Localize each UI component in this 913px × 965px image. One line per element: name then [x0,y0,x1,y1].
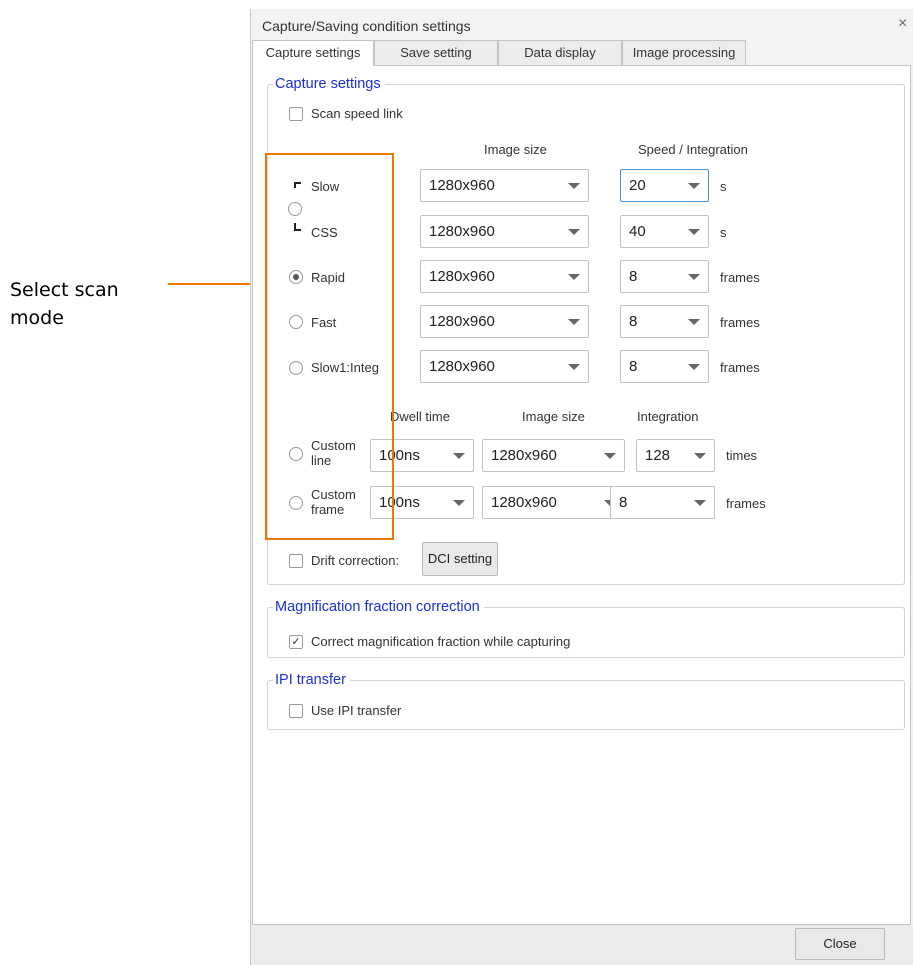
chevron-down-icon [558,170,588,201]
integration-value: 8 [629,268,638,285]
image-size-value: 1280x960 [491,447,557,464]
tab-capture-settings[interactable]: Capture settings [252,40,374,66]
unit-label-slow: s [720,179,727,194]
speed-select-slow[interactable]: 20 [620,169,709,202]
chevron-down-icon [684,487,714,518]
unit-label-custom-frame: frames [726,496,766,511]
tab-data-display[interactable]: Data display [498,40,622,65]
close-icon[interactable]: × [898,15,907,33]
integration-value: 8 [619,494,628,511]
image-size-value: 1280x960 [429,177,495,194]
image-size-value: 1280x960 [429,223,495,240]
magnification-check-label: Correct magnification fraction while cap… [311,634,571,649]
integration-select-slow1-integ[interactable]: 8 [620,350,709,383]
scan-speed-link-label: Scan speed link [311,106,403,121]
ipi-transfer-checkbox[interactable] [289,704,303,718]
dci-setting-button[interactable]: DCI setting [422,542,498,576]
integration-select-custom-line[interactable]: 128 [636,439,715,472]
chevron-down-icon [684,440,714,471]
integration-select-rapid[interactable]: 8 [620,260,709,293]
chevron-down-icon [678,261,708,292]
image-size-select-custom-line[interactable]: 1280x960 [482,439,625,472]
header-image-size: Image size [484,142,547,157]
integration-value: 8 [629,358,638,375]
chevron-down-icon [558,261,588,292]
integration-value: 128 [645,447,671,464]
header-speed-integration: Speed / Integration [638,142,748,157]
chevron-down-icon [558,351,588,382]
unit-label-fast: frames [720,315,760,330]
image-size-value: 1280x960 [429,313,495,330]
chevron-down-icon [443,487,473,518]
integration-value: 8 [629,313,638,330]
integration-select-custom-frame[interactable]: 8 [610,486,715,519]
unit-label-slow1-integ: frames [720,360,760,375]
scan-speed-link-checkbox[interactable] [289,107,303,121]
annotation-label: Select scan mode [10,279,119,329]
image-size-value: 1280x960 [429,268,495,285]
image-size-select-fast[interactable]: 1280x960 [420,305,589,338]
image-size-value: 1280x960 [491,494,557,511]
header-custom-image-size: Image size [522,409,585,424]
speed-value: 40 [629,223,646,240]
close-button[interactable]: Close [795,928,885,960]
drift-correction-label: Drift correction: [311,553,400,568]
ipi-transfer-label: Use IPI transfer [311,703,402,718]
chevron-down-icon [443,440,473,471]
header-integration: Integration [637,409,699,424]
image-size-select-slow1-integ[interactable]: 1280x960 [420,350,589,383]
chevron-down-icon [678,306,708,337]
capture-settings-legend: Capture settings [273,75,385,93]
chevron-down-icon [678,216,708,247]
magnification-legend: Magnification fraction correction [273,598,484,616]
chevron-down-icon [678,351,708,382]
chevron-down-icon [678,170,708,201]
unit-label-css: s [720,225,727,240]
header-dwell-time: Dwell time [390,409,450,424]
drift-correction-checkbox[interactable] [289,554,303,568]
ipi-transfer-legend: IPI transfer [273,671,350,689]
speed-value: 20 [629,177,646,194]
annotation-highlight-box [265,153,394,540]
chevron-down-icon [558,216,588,247]
image-size-select-custom-frame[interactable]: 1280x960 [482,486,625,519]
tab-save-setting[interactable]: Save setting [374,40,498,65]
image-size-select-rapid[interactable]: 1280x960 [420,260,589,293]
chevron-down-icon [558,306,588,337]
tab-image-processing[interactable]: Image processing [622,40,746,65]
integration-select-fast[interactable]: 8 [620,305,709,338]
magnification-checkbox[interactable]: ✓ [289,635,303,649]
image-size-value: 1280x960 [429,358,495,375]
dialog-title: Capture/Saving condition settings [262,18,471,34]
speed-select-css[interactable]: 40 [620,215,709,248]
chevron-down-icon [594,440,624,471]
unit-label-custom-line: times [726,448,758,463]
image-size-select-css[interactable]: 1280x960 [420,215,589,248]
image-size-select-slow[interactable]: 1280x960 [420,169,589,202]
unit-label-rapid: frames [720,270,760,285]
